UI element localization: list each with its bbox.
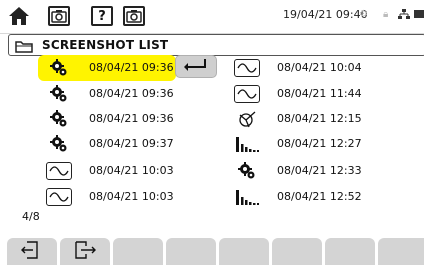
phasor-icon [232, 108, 262, 130]
enter-icon [183, 57, 209, 76]
list-item-label: 08/04/21 09:36 [89, 61, 174, 74]
camera-icon[interactable] [123, 6, 145, 26]
softkey-6[interactable] [272, 238, 322, 265]
waveform-icon [44, 186, 74, 208]
list-item-label: 08/04/21 10:03 [89, 190, 174, 203]
list-item-label: 08/04/21 10:03 [89, 164, 174, 177]
list-item-label: 08/04/21 09:36 [89, 112, 174, 125]
battery-icon [414, 9, 424, 22]
list-item-label: 08/04/21 12:33 [277, 164, 362, 177]
status-bar: ? 19/04/21 09:40 ⚙ 🔒︎ [0, 0, 424, 34]
softkey-4[interactable] [166, 238, 216, 265]
network-icon [398, 9, 410, 22]
enter-button[interactable] [175, 55, 217, 78]
lock-icon: 🔒︎ [383, 9, 389, 20]
home-icon[interactable] [6, 5, 32, 27]
help-icon[interactable]: ? [91, 6, 113, 26]
page-indicator: 4/8 [22, 210, 40, 223]
settings-icon [44, 57, 74, 79]
softkey-5[interactable] [219, 238, 269, 265]
list-item-label: 08/04/21 09:37 [89, 137, 174, 150]
harmonics-icon [232, 186, 262, 208]
list-item-label: 08/04/21 12:52 [277, 190, 362, 203]
folder-icon [15, 38, 33, 57]
waveform-icon [232, 57, 262, 79]
list-item-label: 08/04/21 12:15 [277, 112, 362, 125]
softkey-bar [0, 236, 424, 265]
camera-icon[interactable] [48, 6, 70, 26]
list-item-label: 08/04/21 12:27 [277, 137, 362, 150]
settings-icon [44, 83, 74, 105]
softkey-3[interactable] [113, 238, 163, 265]
previous-page-icon [21, 240, 43, 264]
screenshot-list-header: SCREENSHOT LIST [8, 34, 424, 56]
next-page-icon [74, 240, 96, 264]
settings-icon [44, 133, 74, 155]
softkey-7[interactable] [325, 238, 375, 265]
settings-icon [44, 108, 74, 130]
softkey-8[interactable] [378, 238, 424, 265]
status-datetime: 19/04/21 09:40 [283, 8, 368, 21]
list-item-label: 08/04/21 09:36 [89, 87, 174, 100]
waveform-icon [44, 160, 74, 182]
list-item-label: 08/04/21 10:04 [277, 61, 362, 74]
settings-icon [232, 160, 262, 182]
harmonics-icon [232, 133, 262, 155]
page-title: SCREENSHOT LIST [42, 38, 169, 52]
previous-page-button[interactable] [7, 238, 57, 265]
settings-icon: ⚙ [359, 9, 368, 20]
list-item-label: 08/04/21 11:44 [277, 87, 362, 100]
next-page-button[interactable] [60, 238, 110, 265]
waveform-icon [232, 83, 262, 105]
